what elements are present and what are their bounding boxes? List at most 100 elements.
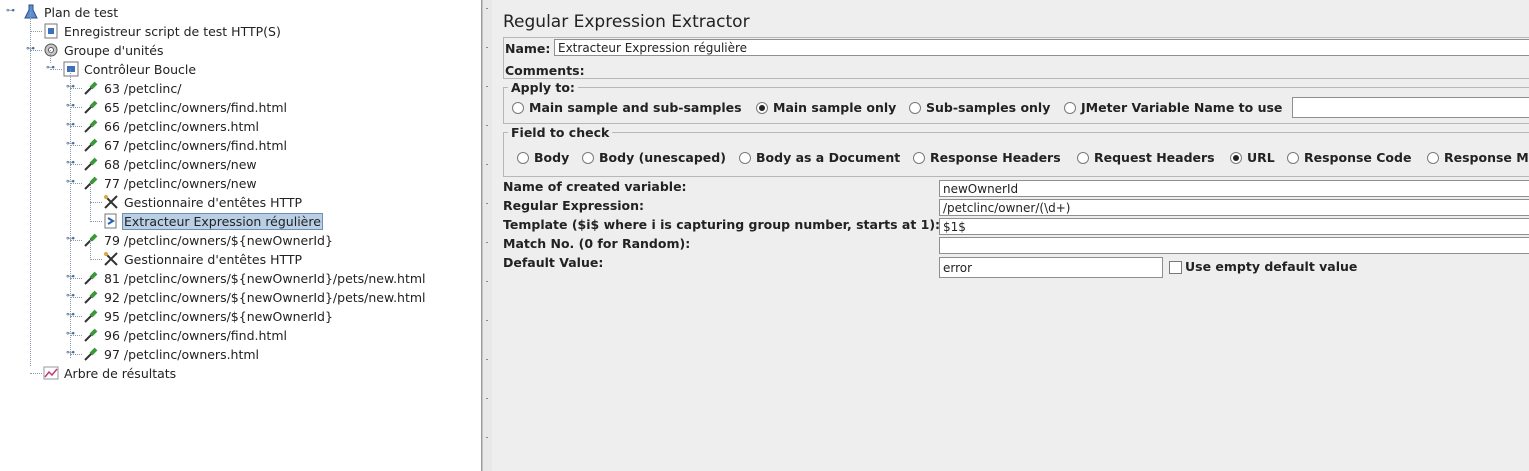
radio-url-label[interactable]: URL <box>1247 150 1275 165</box>
tree-item-label: Gestionnaire d'entêtes HTTP <box>124 195 303 210</box>
tree-item[interactable]: 65 /petclinc/owners/find.html <box>102 98 289 117</box>
tree-connector <box>70 69 71 358</box>
result-tree-icon <box>43 365 59 381</box>
tree-toggle-icon[interactable]: ⊶ <box>6 7 15 16</box>
tree-item[interactable]: Plan de test <box>42 3 120 22</box>
sampler-pipette-icon <box>83 137 99 153</box>
tree-item-label: 95 /petclinc/owners/${newOwnerId} <box>104 309 333 324</box>
tree-item-label: 67 /petclinc/owners/find.html <box>104 138 287 153</box>
default-value-label: Default Value: <box>503 255 604 270</box>
loop-controller-icon <box>63 61 79 77</box>
tree-item[interactable]: Groupe d'unités <box>62 41 166 60</box>
tree-item-label: 81 /petclinc/owners/${newOwnerId}/pets/n… <box>104 271 426 286</box>
name-field[interactable]: Extracteur Expression régulière <box>554 39 1529 56</box>
splitter-grip <box>486 320 488 321</box>
tree-item-label: Gestionnaire d'entêtes HTTP <box>124 252 303 267</box>
tree-item[interactable]: 68 /petclinc/owners/new <box>102 155 259 174</box>
radio-response-message[interactable] <box>1427 152 1439 164</box>
tree-connector <box>30 31 42 32</box>
field-to-check-legend: Field to check <box>508 125 613 140</box>
radio-main-only-label[interactable]: Main sample only <box>773 100 896 115</box>
radio-sub-only-label[interactable]: Sub-samples only <box>926 100 1050 115</box>
default-value-field[interactable]: error <box>939 257 1163 278</box>
tree-item-label: 63 /petclinc/ <box>104 81 182 96</box>
tree-item[interactable]: 79 /petclinc/owners/${newOwnerId} <box>102 231 335 250</box>
radio-response-message-label[interactable]: Response M <box>1444 150 1529 165</box>
template-field[interactable]: $1$ <box>939 218 1529 235</box>
tree-item[interactable]: Gestionnaire d'entêtes HTTP <box>122 193 304 212</box>
radio-main-and-sub-label[interactable]: Main sample and sub-samples <box>529 100 742 115</box>
radio-jmeter-variable-label[interactable]: JMeter Variable Name to use <box>1081 100 1282 115</box>
tree-item[interactable]: 95 /petclinc/owners/${newOwnerId} <box>102 307 335 326</box>
sampler-pipette-icon <box>83 289 99 305</box>
tree-item[interactable]: Arbre de résultats <box>62 364 178 383</box>
test-plan-tree[interactable]: ⊶ Plan de test Enregistreur script de test… <box>0 0 482 471</box>
sampler-pipette-icon <box>83 118 99 134</box>
radio-response-headers-label[interactable]: Response Headers <box>930 150 1061 165</box>
tree-item-label: Contrôleur Boucle <box>84 62 197 77</box>
radio-body[interactable] <box>517 152 529 164</box>
radio-request-headers-label[interactable]: Request Headers <box>1094 150 1215 165</box>
radio-request-headers[interactable] <box>1077 152 1089 164</box>
tree-item-label: 96 /petclinc/owners/find.html <box>104 328 287 343</box>
tree-item-label: 97 /petclinc/owners.html <box>104 347 260 362</box>
tree-toggle-icon[interactable]: ⊶ <box>46 64 55 73</box>
test-plan-icon <box>23 4 39 20</box>
tree-item-label: 77 /petclinc/owners/new <box>104 176 257 191</box>
tree-item[interactable]: 67 /petclinc/owners/find.html <box>102 136 289 155</box>
tree-item[interactable]: Enregistreur script de test HTTP(S) <box>62 22 283 41</box>
radio-body-document[interactable] <box>739 152 751 164</box>
tree-item-label: Enregistreur script de test HTTP(S) <box>64 24 281 39</box>
tree-item[interactable]: Gestionnaire d'entêtes HTTP <box>122 250 304 269</box>
tree-connector <box>30 12 31 366</box>
radio-response-headers[interactable] <box>913 152 925 164</box>
radio-body-document-label[interactable]: Body as a Document <box>756 150 900 165</box>
tree-item[interactable]: 81 /petclinc/owners/${newOwnerId}/pets/n… <box>102 269 428 288</box>
tree-item[interactable]: Contrôleur Boucle <box>82 60 198 79</box>
tree-item[interactable]: 92 /petclinc/owners/${newOwnerId}/pets/n… <box>102 288 428 307</box>
splitter-grip <box>486 242 488 243</box>
tree-item-label: 65 /petclinc/owners/find.html <box>104 100 287 115</box>
radio-response-code-label[interactable]: Response Code <box>1304 150 1411 165</box>
tree-item[interactable]: 96 /petclinc/owners/find.html <box>102 326 289 345</box>
tree-item[interactable]: 66 /petclinc/owners.html <box>102 117 261 136</box>
radio-main-and-sub[interactable] <box>512 102 524 114</box>
radio-sub-only[interactable] <box>909 102 921 114</box>
empty-default-label[interactable]: Use empty default value <box>1185 259 1357 274</box>
tree-item[interactable]: 77 /petclinc/owners/new <box>102 174 259 193</box>
tree-item-label: 68 /petclinc/owners/new <box>104 157 257 172</box>
tree-item[interactable]: 63 /petclinc/ <box>102 79 183 98</box>
regex-label: Regular Expression: <box>503 198 645 213</box>
sampler-pipette-icon <box>83 270 99 286</box>
match-no-field[interactable] <box>939 237 1529 254</box>
tree-connector <box>50 50 51 63</box>
radio-response-code[interactable] <box>1287 152 1299 164</box>
ref-name-field[interactable]: newOwnerId <box>939 180 1529 197</box>
radio-body-label[interactable]: Body <box>534 150 569 165</box>
splitter-grip <box>486 8 488 9</box>
splitter-grip <box>486 359 488 360</box>
splitter-grip <box>486 47 488 48</box>
ref-name-label: Name of created variable: <box>503 179 687 194</box>
sampler-pipette-icon <box>83 308 99 324</box>
tree-connector <box>90 221 102 222</box>
splitter-grip <box>486 164 488 165</box>
sampler-pipette-icon <box>83 346 99 362</box>
match-no-label: Match No. (0 for Random): <box>503 236 691 251</box>
splitter-grip <box>486 86 488 87</box>
radio-main-only[interactable] <box>756 102 768 114</box>
jmeter-variable-field[interactable] <box>1292 97 1529 118</box>
regex-field[interactable]: /petclinc/owner/(\d+) <box>939 199 1529 216</box>
tree-item[interactable]: 97 /petclinc/owners.html <box>102 345 261 364</box>
template-label: Template ($i$ where i is capturing group… <box>503 217 941 232</box>
radio-body-unescaped-label[interactable]: Body (unescaped) <box>599 150 726 165</box>
radio-url[interactable] <box>1230 152 1242 164</box>
radio-body-unescaped[interactable] <box>582 152 594 164</box>
thread-group-icon <box>43 42 59 58</box>
empty-default-checkbox[interactable] <box>1169 261 1182 274</box>
tree-item-label: 79 /petclinc/owners/${newOwnerId} <box>104 233 333 248</box>
tree-item[interactable]: Extracteur Expression régulière <box>122 212 323 231</box>
splitter-grip <box>486 398 488 399</box>
radio-jmeter-variable[interactable] <box>1064 102 1076 114</box>
header-manager-icon <box>103 251 119 267</box>
